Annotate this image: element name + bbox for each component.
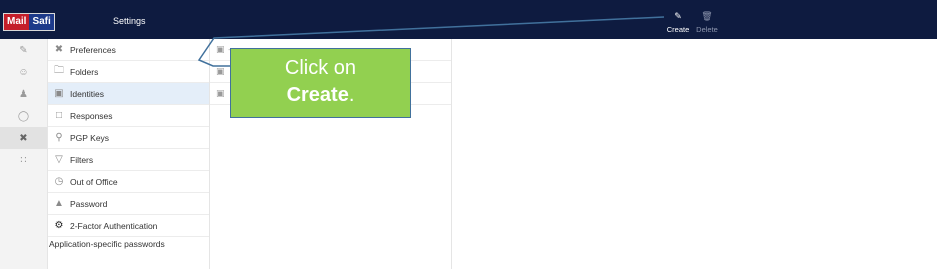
callout-pointer	[197, 16, 665, 67]
tutorial-callout: Click on Create.	[230, 48, 411, 118]
callout-line1: Click on	[284, 57, 357, 79]
callout-create-word: Create	[286, 84, 349, 106]
callout-line2: Create.	[231, 82, 410, 109]
callout-period: .	[348, 84, 355, 106]
